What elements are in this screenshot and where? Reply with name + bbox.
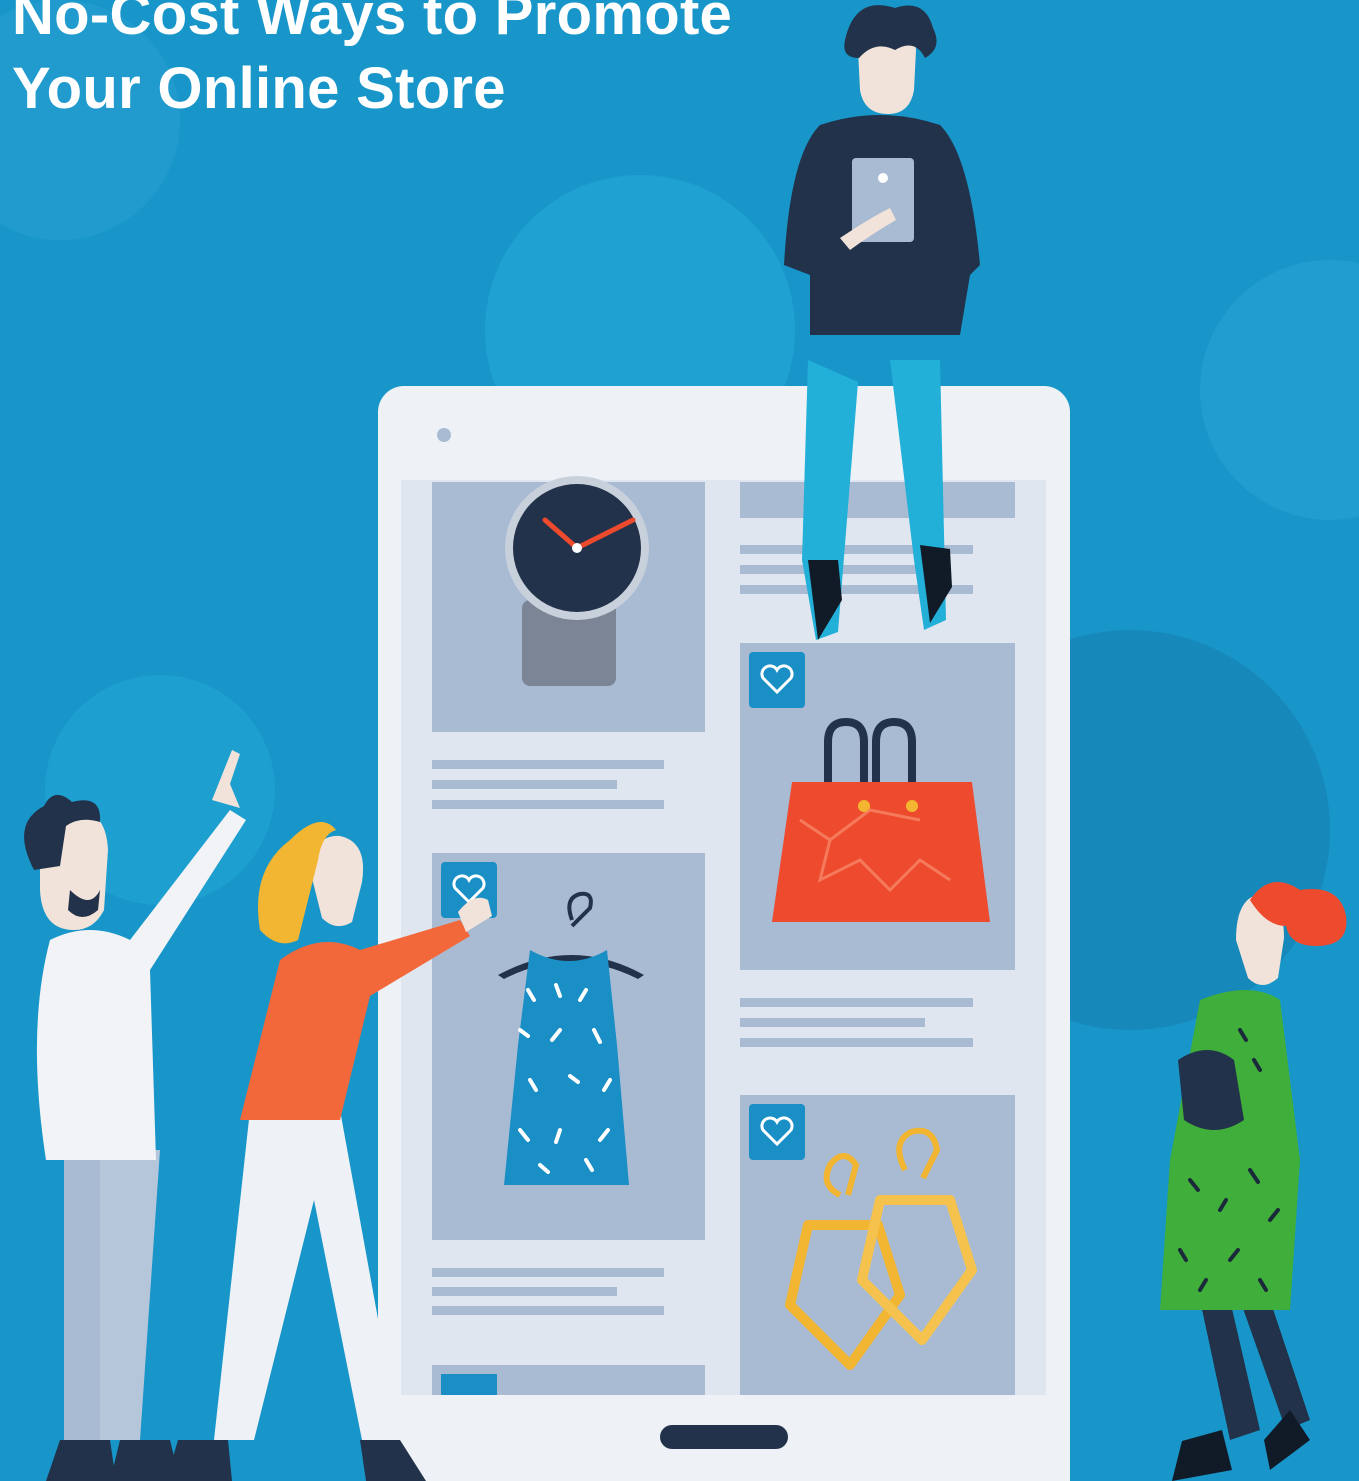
card-partial[interactable] — [432, 1365, 705, 1395]
card-bag[interactable] — [740, 643, 1015, 970]
card-watch[interactable] — [432, 476, 705, 732]
promo-banner: No-Cost Ways to Promote Your Online Stor… — [0, 0, 1359, 1481]
card-earrings[interactable] — [740, 1095, 1015, 1395]
title-line-2: Your Online Store — [12, 56, 506, 121]
heart-button[interactable] — [749, 652, 805, 708]
handbag-icon — [1178, 1050, 1244, 1130]
home-button — [660, 1425, 788, 1449]
bag-icon — [772, 782, 990, 922]
camera-dot — [437, 428, 451, 442]
heart-button[interactable] — [749, 1104, 805, 1160]
heart-button[interactable] — [441, 1374, 497, 1395]
title-line-1: No-Cost Ways to Promote — [12, 0, 733, 47]
illustration — [0, 0, 1359, 1481]
